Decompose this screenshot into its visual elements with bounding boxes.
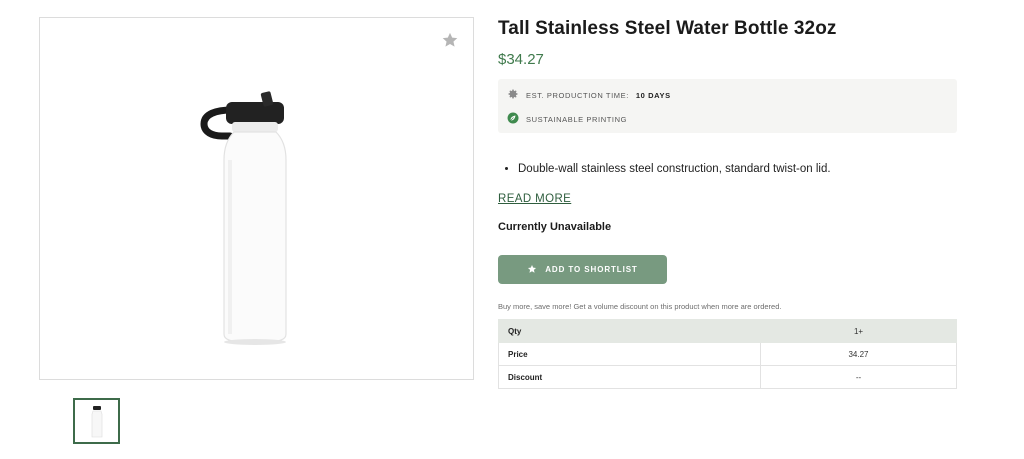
price-value: 34.27: [760, 342, 957, 366]
production-info-box: EST. PRODUCTION TIME: 10 DAYS SUSTAINABL…: [498, 79, 957, 133]
leaf-icon: [507, 112, 519, 126]
star-icon: [527, 264, 537, 276]
sustainable-label: SUSTAINABLE PRINTING: [526, 114, 628, 124]
favorite-star-icon[interactable]: [441, 31, 459, 49]
discount-label: Discount: [498, 365, 761, 389]
production-time-row: EST. PRODUCTION TIME: 10 DAYS: [507, 88, 671, 102]
sustainable-row: SUSTAINABLE PRINTING: [507, 112, 627, 126]
table-row: Qty 1+: [498, 319, 957, 343]
read-more-link[interactable]: READ MORE: [498, 193, 571, 205]
qty-value: 1+: [760, 319, 957, 343]
description-list: Double-wall stainless steel construction…: [508, 163, 831, 175]
description-bullet: Double-wall stainless steel construction…: [518, 163, 831, 175]
add-to-shortlist-label: ADD TO SHORTLIST: [545, 265, 638, 274]
table-row: Discount --: [498, 365, 957, 389]
discount-value: --: [760, 365, 957, 389]
product-image-frame[interactable]: [39, 17, 474, 380]
qty-label: Qty: [498, 319, 761, 343]
add-to-shortlist-button[interactable]: ADD TO SHORTLIST: [498, 255, 667, 284]
volume-pricing-table: Qty 1+ Price 34.27 Discount --: [498, 319, 957, 389]
product-price: $34.27: [498, 51, 544, 68]
volume-discount-note: Buy more, save more! Get a volume discou…: [498, 302, 782, 311]
production-time-value: 10 DAYS: [635, 90, 671, 100]
product-image: [200, 91, 287, 345]
table-row: Price 34.27: [498, 342, 957, 366]
gear-icon: [507, 88, 519, 102]
price-label: Price: [498, 342, 761, 366]
thumbnail-image[interactable]: [73, 398, 120, 444]
availability-status: Currently Unavailable: [498, 221, 612, 233]
product-title: Tall Stainless Steel Water Bottle 32oz: [498, 18, 837, 39]
production-time-label: EST. PRODUCTION TIME:: [526, 90, 629, 100]
